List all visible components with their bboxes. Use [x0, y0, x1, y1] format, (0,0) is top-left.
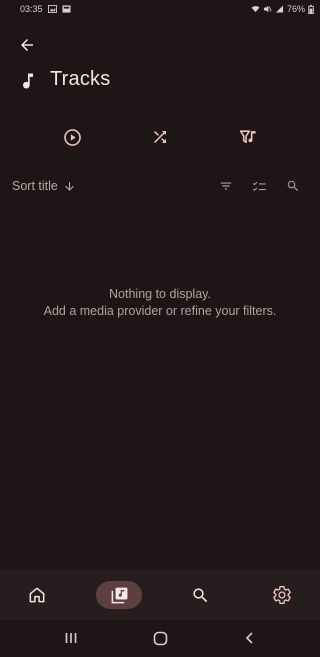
cast-icon — [62, 5, 71, 13]
play-all-button[interactable] — [53, 118, 91, 156]
page-title: Tracks — [50, 68, 111, 90]
recent-apps-button[interactable] — [59, 628, 83, 648]
arrow-down-icon — [65, 181, 74, 191]
filter-music-button[interactable] — [229, 118, 267, 156]
shuffle-icon — [154, 131, 166, 143]
sort-toolbar: Sort title — [0, 172, 320, 200]
top-app-bar — [0, 27, 320, 63]
checklist-icon — [252, 181, 266, 191]
chevron-left-icon — [245, 632, 253, 644]
status-bar: 03:35 76% — [0, 0, 320, 18]
home-system-button[interactable] — [148, 628, 172, 648]
nav-settings[interactable] — [259, 581, 305, 609]
select-button[interactable] — [247, 174, 271, 198]
action-row — [0, 118, 320, 156]
filter-button[interactable] — [214, 174, 238, 198]
music-note-icon — [23, 73, 33, 89]
empty-state-title: Nothing to display. — [109, 287, 211, 301]
home-circle-icon — [153, 631, 167, 645]
battery-percent: 76% — [286, 4, 305, 14]
sort-button[interactable]: Sort title — [6, 174, 82, 198]
nav-home[interactable] — [14, 581, 60, 609]
sort-label: Sort title — [12, 179, 58, 193]
signal-icon — [275, 5, 284, 13]
home-icon — [29, 587, 45, 603]
system-navigation-bar — [0, 620, 320, 657]
play-circle-icon — [63, 128, 81, 146]
search-icon — [287, 180, 298, 191]
page-header: Tracks — [0, 64, 320, 98]
filter-icon — [220, 182, 232, 190]
battery-icon — [308, 4, 314, 14]
back-button[interactable] — [11, 29, 43, 61]
recent-apps-icon — [65, 633, 77, 643]
nav-library[interactable] — [96, 581, 142, 609]
empty-state-hint: Add a media provider or refine your filt… — [43, 304, 277, 318]
search-button[interactable] — [281, 174, 305, 198]
empty-state: Nothing to display. Add a media provider… — [0, 286, 320, 320]
mute-icon — [263, 5, 272, 13]
settings-gear-icon — [273, 586, 291, 604]
music-library-icon — [111, 587, 127, 603]
music-filter-icon — [239, 129, 256, 143]
status-time: 03:35 — [20, 4, 43, 14]
wifi-icon — [251, 6, 260, 13]
search-icon — [192, 587, 207, 602]
shuffle-button[interactable] — [141, 118, 179, 156]
back-system-button[interactable] — [238, 628, 262, 648]
gallery-icon — [47, 5, 57, 13]
bottom-navigation — [0, 570, 320, 620]
nav-search[interactable] — [177, 581, 223, 609]
arrow-back-icon — [21, 39, 33, 51]
